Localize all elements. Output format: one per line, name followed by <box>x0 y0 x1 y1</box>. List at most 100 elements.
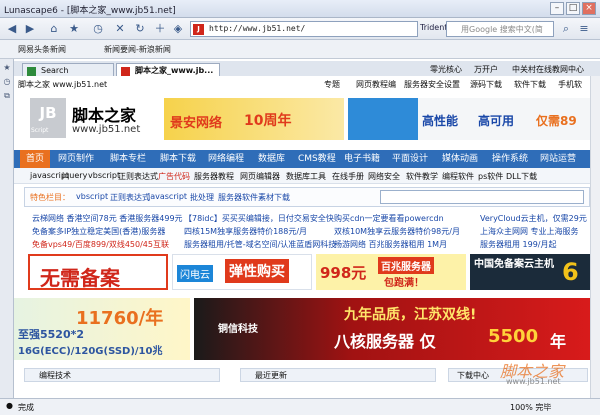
nav-item-1[interactable]: 网页制作 <box>58 150 94 168</box>
news-1-2[interactable]: 免备案多IP独立稳定美国(香港)服务器 <box>32 226 165 237</box>
subnav-12[interactable]: ps软件 <box>478 171 503 182</box>
news-1-3[interactable]: 免备vps49/百度899/双线450/45互联 <box>32 239 169 250</box>
news-2-2[interactable]: 四核15M独享服务器特价188元/月 <box>184 226 307 237</box>
ad-no-filing[interactable]: 无需备案 <box>28 254 168 290</box>
news-1-1[interactable]: 云梯网络 香港空间78元 香港服务器499元 <box>32 213 183 224</box>
logo-badge: Script <box>31 127 49 134</box>
maximize-button[interactable]: □ <box>566 2 580 15</box>
subnav-9[interactable]: 网络安全 <box>368 171 400 182</box>
forward-icon[interactable]: ▶ <box>22 21 38 37</box>
news-4-2[interactable]: 上海众主网网 专业上海服务 <box>480 226 579 237</box>
news-3-1[interactable]: 购买cdn一定要看看powercdn <box>334 213 444 224</box>
feature-link-0[interactable]: vbscript <box>76 192 108 201</box>
minimize-button[interactable]: – <box>550 2 564 15</box>
ad-china-cloud[interactable]: 中国免备案云主机 6 <box>470 254 590 290</box>
feature-link-1[interactable]: 正则表达式 <box>110 192 150 203</box>
ad-no-filing-text: 无需备案 <box>40 266 120 290</box>
nav-item-9[interactable]: 媒体动画 <box>442 150 478 168</box>
news-3-2[interactable]: 双核10M独享云服务器特价98元/月 <box>334 226 460 237</box>
site-favicon: J <box>193 24 204 35</box>
news-4-1[interactable]: VeryCloud云主机，仅需29元 <box>480 213 587 224</box>
nav-item-2[interactable]: 脚本专栏 <box>110 150 146 168</box>
close-button[interactable]: × <box>582 2 596 15</box>
feature-link-5[interactable]: 素材下载 <box>258 192 290 203</box>
subnav-4[interactable]: 广告代码 <box>158 171 190 182</box>
banner-ad[interactable]: 景安网络 10周年 <box>164 98 344 140</box>
top-right-link-3[interactable]: 中关村在线教网中心 <box>512 64 584 75</box>
tab-jb51-label: 脚本之家_www.jb... <box>135 66 214 75</box>
nav-item-3[interactable]: 脚本下载 <box>160 150 196 168</box>
bookmark-2[interactable]: 新闻要闻-新浪新闻 <box>104 44 171 55</box>
nav-item-6[interactable]: CMS教程 <box>298 150 336 168</box>
menu-icon[interactable]: ≡ <box>576 21 592 37</box>
nav-item-5[interactable]: 数据库 <box>258 150 285 168</box>
subnav-3[interactable]: 正则表达式 <box>118 171 158 182</box>
feature-link-4[interactable]: 服务器软件 <box>218 192 258 203</box>
subnav-10[interactable]: 软件教学 <box>406 171 438 182</box>
news-2-3[interactable]: 服务器租用/托管-域名空间/认准蓝盾网科技 <box>184 239 336 250</box>
nav-item-4[interactable]: 网络编程 <box>208 150 244 168</box>
search-go-icon[interactable]: ⌕ <box>558 21 574 37</box>
subnav-13[interactable]: DLL下载 <box>506 171 537 182</box>
top-link-3[interactable]: 服务器安全设置 <box>404 79 460 90</box>
subnav-2[interactable]: vbscript <box>88 171 120 180</box>
sidebar-link-icon[interactable]: ⧉ <box>2 91 12 101</box>
top-link-5[interactable]: 软件下载 <box>514 79 546 90</box>
nav-item-0[interactable]: 首页 <box>20 150 50 168</box>
top-link-2[interactable]: 网页教程编 <box>356 79 396 90</box>
top-right-link-2[interactable]: 万开户 <box>474 64 498 75</box>
watermark-url: www.jb51.net <box>506 377 561 386</box>
sidebar-star-icon[interactable]: ★ <box>2 63 12 73</box>
back-icon[interactable]: ◀ <box>4 21 20 37</box>
engine-label[interactable]: Trident <box>420 23 447 32</box>
section-programming-title[interactable]: 编程技术 <box>39 370 71 381</box>
nav-item-7[interactable]: 电子书籍 <box>344 150 380 168</box>
new-tab-icon[interactable]: ＋ <box>152 21 168 37</box>
vertical-scrollbar[interactable] <box>590 76 600 398</box>
zoom-level[interactable]: 100% 完毕 <box>510 402 551 413</box>
section-download-title[interactable]: 下载中心 <box>457 370 489 381</box>
ad-998[interactable]: 998元 百兆服务器 包跑满！ <box>316 254 466 290</box>
server-ad[interactable]: 高性能 高可用 仅需89 <box>418 98 590 140</box>
ad-tongxin[interactable]: 铜信科技 九年品质，江苏双线! 八核服务器 仅 5500 年 <box>194 298 590 360</box>
top-right-link-1[interactable]: 零光核心 <box>430 64 462 75</box>
site-search-input[interactable] <box>380 190 584 204</box>
news-4-3[interactable]: 服务器租用 199/月起 <box>480 239 557 250</box>
reload-icon[interactable]: ↻ <box>132 21 148 37</box>
search-box[interactable]: 用Google 搜索中文(简 <box>446 21 554 37</box>
logo-url: www.jb51.net <box>72 124 141 135</box>
feature-link-2[interactable]: javascript <box>148 192 187 201</box>
news-3-3[interactable]: 畅游网络 百兆服务器租用 1M月 <box>334 239 447 250</box>
subnav-11[interactable]: 编程软件 <box>442 171 474 182</box>
subnav-8[interactable]: 在线手册 <box>332 171 364 182</box>
ad-xeon[interactable]: 11760/年 至强5520*2 16G(ECC)/120G(SSD)/10兆 <box>14 298 190 360</box>
subnav-1[interactable]: jquery <box>62 171 87 180</box>
history-icon[interactable]: ◷ <box>90 21 106 37</box>
nav-item-8[interactable]: 平面设计 <box>392 150 428 168</box>
stop-icon[interactable]: ✕ <box>112 21 128 37</box>
address-bar[interactable]: J http://www.jb51.net/ <box>190 21 418 37</box>
top-link-6[interactable]: 手机软 <box>558 79 582 90</box>
subnav-7[interactable]: 数据库工具 <box>286 171 326 182</box>
ad-china-cloud-text: 中国免备案云主机 <box>474 259 554 270</box>
top-link-1[interactable]: 专题 <box>324 79 340 90</box>
ad-cloud[interactable]: 闪电云 弹性购买 <box>172 254 312 290</box>
feature-link-3[interactable]: 批处理 <box>190 192 214 203</box>
news-2-1[interactable]: 【78idc】买买买编辑接，日付交易安全快 <box>184 213 334 224</box>
sidebar-clock-icon[interactable]: ◷ <box>2 77 12 87</box>
subnav-5[interactable]: 服务器教程 <box>194 171 234 182</box>
subnav-6[interactable]: 网页编辑器 <box>240 171 280 182</box>
top-link-4[interactable]: 源码下载 <box>470 79 502 90</box>
ad-cloud-brand: 闪电云 <box>177 265 213 282</box>
nav-item-10[interactable]: 操作系统 <box>492 150 528 168</box>
home-icon[interactable]: ⌂ <box>46 21 62 37</box>
favorites-icon[interactable]: ★ <box>66 21 82 37</box>
search-input[interactable]: 用Google 搜索中文(简 <box>461 24 543 35</box>
bookmark-1[interactable]: 网易头条新闻 <box>18 44 66 55</box>
section-recent-title[interactable]: 最近更新 <box>255 370 287 381</box>
nav-item-11[interactable]: 网站运营 <box>540 150 576 168</box>
ad-image[interactable] <box>348 98 418 140</box>
ad-xeon-cpu: 至强5520*2 <box>18 328 85 341</box>
status-bar: ● 完成 100% 完毕 <box>0 398 600 415</box>
address-input[interactable]: http://www.jb51.net/ <box>209 24 305 33</box>
